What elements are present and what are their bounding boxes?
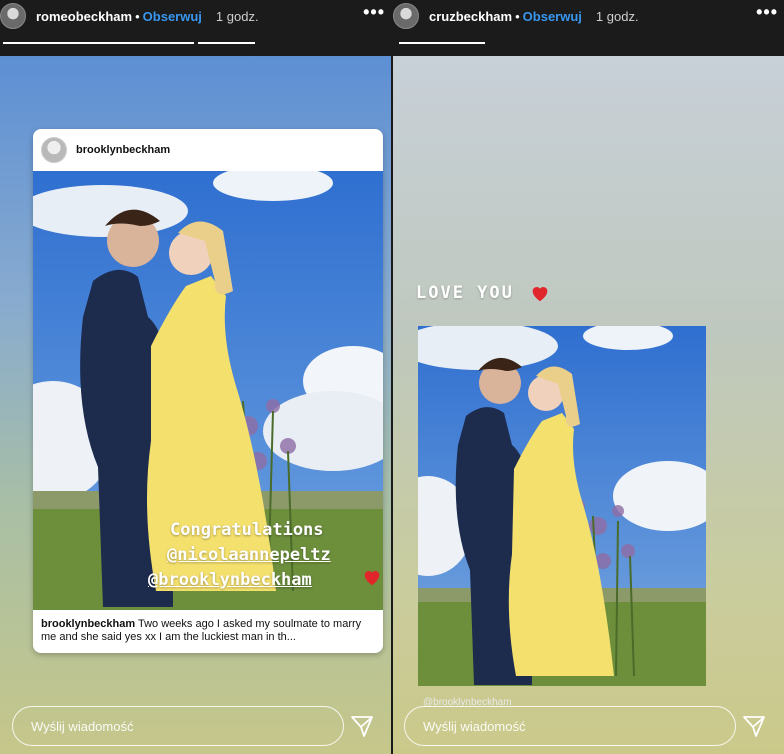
send-icon[interactable] xyxy=(742,714,766,738)
story-cruzbeckham[interactable]: cruzbeckham • Obserwuj 1 godz. ••• LOVE … xyxy=(393,0,784,754)
heart-icon xyxy=(532,287,548,302)
separator-dot: • xyxy=(135,8,140,24)
avatar[interactable] xyxy=(393,3,419,29)
timestamp: 1 godz. xyxy=(215,8,259,24)
story-header: cruzbeckham • Obserwuj 1 godz. xyxy=(393,3,784,29)
progress-segment xyxy=(399,42,485,44)
progress-segment xyxy=(3,42,194,44)
message-input[interactable]: Wyślij wiadomość xyxy=(12,706,344,746)
avatar[interactable] xyxy=(0,3,26,29)
stories-viewer: romeobeckham • Obserwuj 1 godz. ••• broo… xyxy=(0,0,784,754)
follow-button[interactable]: Obserwuj xyxy=(143,9,202,24)
timestamp: 1 godz. xyxy=(595,8,639,24)
congratulations-text: Congratulations xyxy=(170,520,324,540)
post-avatar xyxy=(41,137,67,163)
separator-dot: • xyxy=(515,8,520,24)
more-horizontal-icon[interactable]: ••• xyxy=(756,2,778,23)
caption-username: brooklynbeckham xyxy=(41,618,136,630)
mention-brooklynbeckham[interactable]: @brooklynbeckham xyxy=(148,570,312,590)
post-username: brooklynbeckham xyxy=(76,144,171,156)
send-icon[interactable] xyxy=(350,714,374,738)
post-caption: brooklynbeckham Two weeks ago I asked my… xyxy=(33,610,383,653)
mention-nicolaannepeltz[interactable]: @nicolaannepeltz xyxy=(167,545,331,565)
follow-button[interactable]: Obserwuj xyxy=(523,9,582,24)
story-romeobeckham[interactable]: romeobeckham • Obserwuj 1 godz. ••• broo… xyxy=(0,0,391,754)
story-header: romeobeckham • Obserwuj 1 godz. xyxy=(0,3,391,29)
username[interactable]: romeobeckham xyxy=(36,9,132,24)
story-photo xyxy=(418,326,706,686)
love-you-text: LOVE YOU xyxy=(416,283,514,303)
username[interactable]: cruzbeckham xyxy=(429,9,512,24)
progress-segment xyxy=(198,42,255,44)
post-header: brooklynbeckham xyxy=(33,129,383,171)
message-input[interactable]: Wyślij wiadomość xyxy=(404,706,736,746)
more-horizontal-icon[interactable]: ••• xyxy=(363,2,385,23)
heart-icon xyxy=(364,571,380,586)
